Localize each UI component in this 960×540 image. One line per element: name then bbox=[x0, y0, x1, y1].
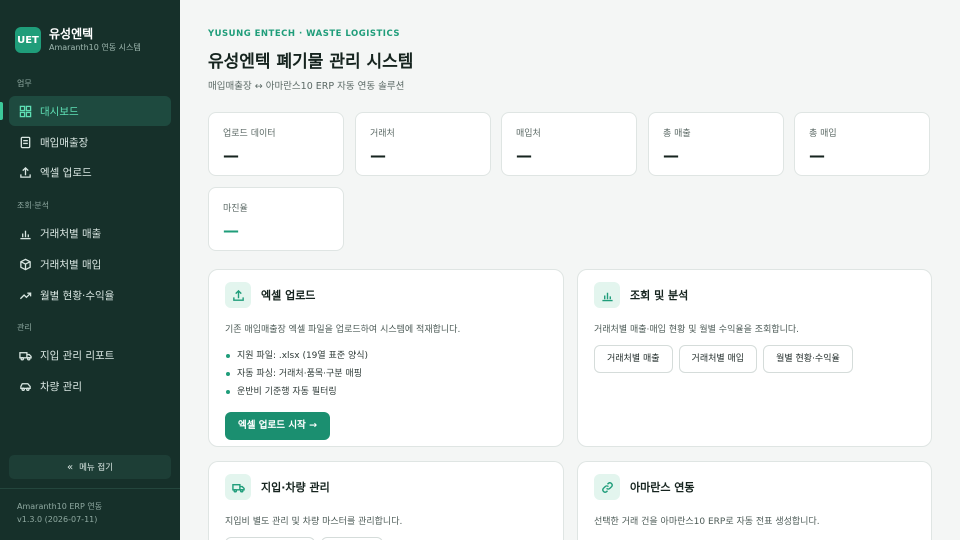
start-excel-upload-button[interactable]: 엑셀 업로드 시작 → bbox=[225, 412, 331, 440]
list-item: 자동 파싱: 거래처·품목·구분 매핑 bbox=[225, 365, 547, 383]
card-title: 지입·차량 관리 bbox=[261, 481, 330, 494]
stat-value: — bbox=[809, 146, 825, 165]
bar-chart-icon bbox=[18, 226, 32, 240]
stat-value: — bbox=[223, 146, 239, 165]
sidebar-item-jiip-report[interactable]: 지입 관리 리포트 bbox=[9, 340, 171, 370]
stat-card-total-sales: 총 매출 — bbox=[648, 112, 784, 176]
section-label-manage: 관리 bbox=[17, 323, 32, 332]
sidebar-item-excel-upload[interactable]: 엑셀 업로드 bbox=[9, 157, 171, 187]
sidebar-item-label: 차량 관리 bbox=[40, 380, 82, 393]
card-title: 엑셀 업로드 bbox=[261, 289, 316, 302]
stat-label: 매입처 bbox=[516, 129, 541, 139]
sidebar-divider bbox=[0, 488, 180, 489]
chevrons-left-icon: « bbox=[66, 461, 74, 473]
sidebar-item-sales-by-client[interactable]: 거래처별 매출 bbox=[9, 218, 171, 248]
sidebar-item-label: 매입매출장 bbox=[40, 136, 89, 149]
main-content: YUSUNG ENTECH · WASTE LOGISTICS 유성엔텍 폐기물… bbox=[180, 0, 960, 540]
stat-value: — bbox=[223, 221, 239, 240]
page-subtitle: 매입매출장 ↔ 아마란스10 ERP 자동 연동 솔루션 bbox=[208, 81, 405, 92]
stat-label: 총 매입 bbox=[809, 129, 837, 139]
sidebar-item-label: 월별 현황·수익율 bbox=[40, 289, 115, 302]
sidebar-item-label: 지입 관리 리포트 bbox=[40, 349, 115, 362]
list-item: 운반비 기준행 자동 필터링 bbox=[225, 383, 547, 401]
card-description: 선택한 거래 건을 아마란스10 ERP로 자동 전표 생성합니다. bbox=[594, 517, 820, 527]
sidebar-item-label: 거래처별 매출 bbox=[40, 227, 102, 240]
sidebar-item-vehicle[interactable]: 차량 관리 bbox=[9, 371, 171, 401]
stat-card-suppliers: 매입처 — bbox=[501, 112, 637, 176]
sidebar-item-ledger[interactable]: 매입매출장 bbox=[9, 127, 171, 157]
card-title: 조회 및 분석 bbox=[630, 289, 689, 302]
excel-upload-card: 엑셀 업로드 기존 매입매출장 엑셀 파일을 업로드하여 시스템에 적재합니다.… bbox=[208, 269, 564, 447]
feature-list: 지원 파일: .xlsx (19열 표준 양식) 자동 파싱: 거래처·품목·구… bbox=[225, 347, 547, 401]
card-description: 기존 매입매출장 엑셀 파일을 업로드하여 시스템에 적재합니다. bbox=[225, 325, 461, 335]
stat-value: — bbox=[370, 146, 386, 165]
card-description: 지입비 별도 관리 및 차량 마스터를 관리합니다. bbox=[225, 517, 403, 527]
section-label-analysis: 조회·분석 bbox=[17, 201, 49, 210]
upload-icon bbox=[18, 165, 32, 179]
list-item: 지원 파일: .xlsx (19열 표준 양식) bbox=[225, 347, 547, 365]
footer-version: v1.3.0 (2026-07-11) bbox=[17, 515, 98, 524]
trend-icon bbox=[18, 288, 32, 302]
sidebar: UET 유성엔텍 Amaranth10 연동 시스템 업무 대시보드 매입매출장… bbox=[0, 0, 180, 540]
collapse-menu-button[interactable]: « 메뉴 접기 bbox=[9, 455, 171, 479]
amaranth-integration-card: 아마란스 연동 선택한 거래 건을 아마란스10 ERP로 자동 전표 생성합니… bbox=[577, 461, 932, 540]
sidebar-item-purchase-by-client[interactable]: 거래처별 매입 bbox=[9, 249, 171, 279]
brand-name: 유성엔텍 bbox=[49, 26, 94, 41]
eyebrow: YUSUNG ENTECH · WASTE LOGISTICS bbox=[208, 29, 400, 39]
upload-icon bbox=[225, 282, 251, 308]
sidebar-item-label: 대시보드 bbox=[40, 105, 79, 118]
sidebar-item-monthly-profit[interactable]: 월별 현황·수익율 bbox=[9, 280, 171, 310]
page-title: 유성엔텍 폐기물 관리 시스템 bbox=[208, 52, 414, 72]
box-icon bbox=[18, 257, 32, 271]
bar-chart-icon bbox=[594, 282, 620, 308]
purchase-by-client-button[interactable]: 거래처별 매입 bbox=[678, 345, 758, 373]
card-description: 거래처별 매출·매입 현황 및 월별 수익율을 조회합니다. bbox=[594, 325, 800, 335]
vehicle-management-card: 지입·차량 관리 지입비 별도 관리 및 차량 마스터를 관리합니다. bbox=[208, 461, 564, 540]
stat-card-total-purchase: 총 매입 — bbox=[794, 112, 930, 176]
stat-label: 총 매출 bbox=[663, 129, 691, 139]
truck-icon bbox=[18, 348, 32, 362]
monthly-profit-button[interactable]: 월별 현황·수익율 bbox=[763, 345, 853, 373]
stat-label: 거래처 bbox=[370, 129, 395, 139]
sidebar-item-label: 거래처별 매입 bbox=[40, 258, 102, 271]
card-title: 아마란스 연동 bbox=[630, 481, 695, 494]
brand-logo: UET bbox=[15, 27, 41, 53]
sales-by-client-button[interactable]: 거래처별 매출 bbox=[594, 345, 673, 373]
ledger-icon bbox=[18, 135, 32, 149]
brand-subtitle: Amaranth10 연동 시스템 bbox=[49, 42, 141, 52]
sidebar-item-dashboard[interactable]: 대시보드 bbox=[0, 96, 171, 126]
stat-card-upload-data: 업로드 데이터 — bbox=[208, 112, 344, 176]
sidebar-item-label: 엑셀 업로드 bbox=[40, 166, 92, 179]
stat-label: 마진율 bbox=[223, 204, 248, 214]
stat-card-clients: 거래처 — bbox=[355, 112, 491, 176]
truck-icon bbox=[225, 474, 251, 500]
link-icon bbox=[594, 474, 620, 500]
analysis-card: 조회 및 분석 거래처별 매출·매입 현황 및 월별 수익율을 조회합니다. 거… bbox=[577, 269, 932, 447]
section-label-work: 업무 bbox=[17, 79, 32, 88]
car-icon bbox=[18, 379, 32, 393]
stat-value: — bbox=[663, 146, 679, 165]
dashboard-icon bbox=[18, 104, 32, 118]
footer-app: Amaranth10 ERP 연동 bbox=[17, 502, 103, 511]
collapse-menu-label: 메뉴 접기 bbox=[79, 463, 114, 473]
stat-card-margin-rate: 마진율 — bbox=[208, 187, 344, 251]
stat-label: 업로드 데이터 bbox=[223, 129, 276, 139]
stat-value: — bbox=[516, 146, 532, 165]
brand[interactable]: UET 유성엔텍 Amaranth10 연동 시스템 bbox=[0, 0, 180, 62]
